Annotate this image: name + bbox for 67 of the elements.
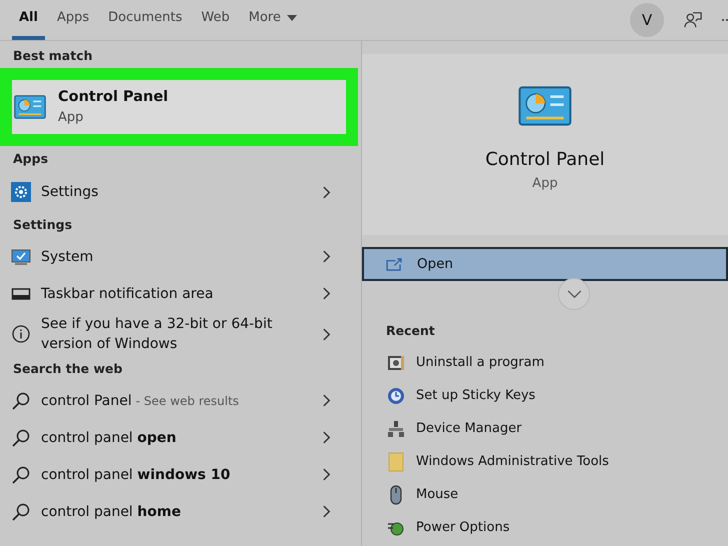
tab[interactable]: Documents (101, 0, 190, 40)
chevron-right-icon (322, 394, 331, 407)
control-panel-icon (14, 95, 46, 119)
expand-button[interactable] (558, 278, 590, 310)
clock-icon (386, 386, 406, 406)
section-heading: Apps (12, 150, 50, 168)
folder-icon (386, 452, 406, 472)
chevron-down-icon (566, 290, 582, 298)
device-icon (386, 419, 406, 439)
chevron-right-icon (322, 287, 331, 300)
recent-item[interactable]: Windows Administrative Tools (362, 446, 728, 478)
recent-item[interactable]: Device Manager (362, 412, 728, 446)
preview-subtitle: App (532, 177, 558, 190)
section-heading: Search the web (12, 360, 124, 378)
chevron-right-icon (322, 328, 331, 340)
result-label: control panel open (41, 428, 176, 448)
tab[interactable]: More (242, 0, 304, 40)
result-row[interactable]: control panel open (0, 419, 361, 456)
chevron-right-icon (322, 431, 331, 444)
feedback-person-icon[interactable] (684, 11, 702, 29)
recent-item[interactable]: Mouse (362, 478, 728, 512)
result-label: control Panel (41, 392, 132, 410)
chevron-right-icon (322, 505, 331, 518)
recent-item[interactable]: Power Options (362, 512, 728, 544)
section-heading: Settings (12, 216, 74, 234)
disc-box-icon (386, 353, 406, 373)
best-match-result[interactable]: Control Panel App (0, 68, 358, 146)
open-window-icon (386, 258, 403, 270)
tab[interactable]: Web (194, 0, 237, 40)
search-icon (11, 390, 31, 410)
result-row[interactable]: See if you have a 32-bit or 64-bit version of Windows (0, 312, 361, 356)
gear-icon (11, 182, 31, 202)
account-avatar[interactable]: V (630, 3, 664, 37)
result-title: Control Panel (58, 90, 168, 105)
result-subtitle: App (58, 110, 84, 124)
result-label: System (41, 248, 94, 266)
monitor-icon (11, 246, 31, 266)
result-label: Settings (41, 183, 98, 202)
chevron-right-icon (322, 468, 331, 481)
info-icon (11, 324, 31, 344)
search-icon (11, 464, 31, 484)
search-icon (11, 428, 31, 448)
search-icon (11, 502, 31, 522)
tab[interactable]: Apps (50, 0, 96, 40)
result-label: See if you have a 32-bit or 64-bit version of Windows (41, 315, 274, 354)
section-heading: Best match (12, 47, 94, 65)
action-button[interactable]: Open (362, 247, 728, 281)
chevron-right-icon (322, 250, 331, 263)
result-label: control panel home (41, 502, 181, 522)
tab[interactable]: All (12, 0, 45, 40)
result-label: Taskbar notification area (41, 284, 214, 304)
result-row[interactable]: control panel home (0, 493, 361, 530)
result-row[interactable]: Taskbar notification area (0, 275, 361, 312)
result-label: control panel windows 10 (41, 466, 230, 484)
recent-item[interactable]: Set up Sticky Keys (362, 380, 728, 412)
section-heading: Recent (385, 325, 436, 338)
recent-item[interactable]: Uninstall a program (362, 346, 728, 380)
result-row[interactable]: control Panel - See web results (0, 382, 361, 419)
control-panel-icon (516, 86, 574, 126)
result-hint: - See web results (136, 392, 239, 410)
caret-down-icon (286, 15, 297, 21)
more-icon[interactable] (722, 18, 728, 22)
result-row[interactable]: control panel windows 10 (0, 456, 361, 493)
preview-title: Control Panel (485, 151, 605, 169)
result-row[interactable]: System (0, 238, 361, 275)
chevron-right-icon (322, 186, 331, 198)
result-row[interactable]: Settings (0, 172, 361, 212)
